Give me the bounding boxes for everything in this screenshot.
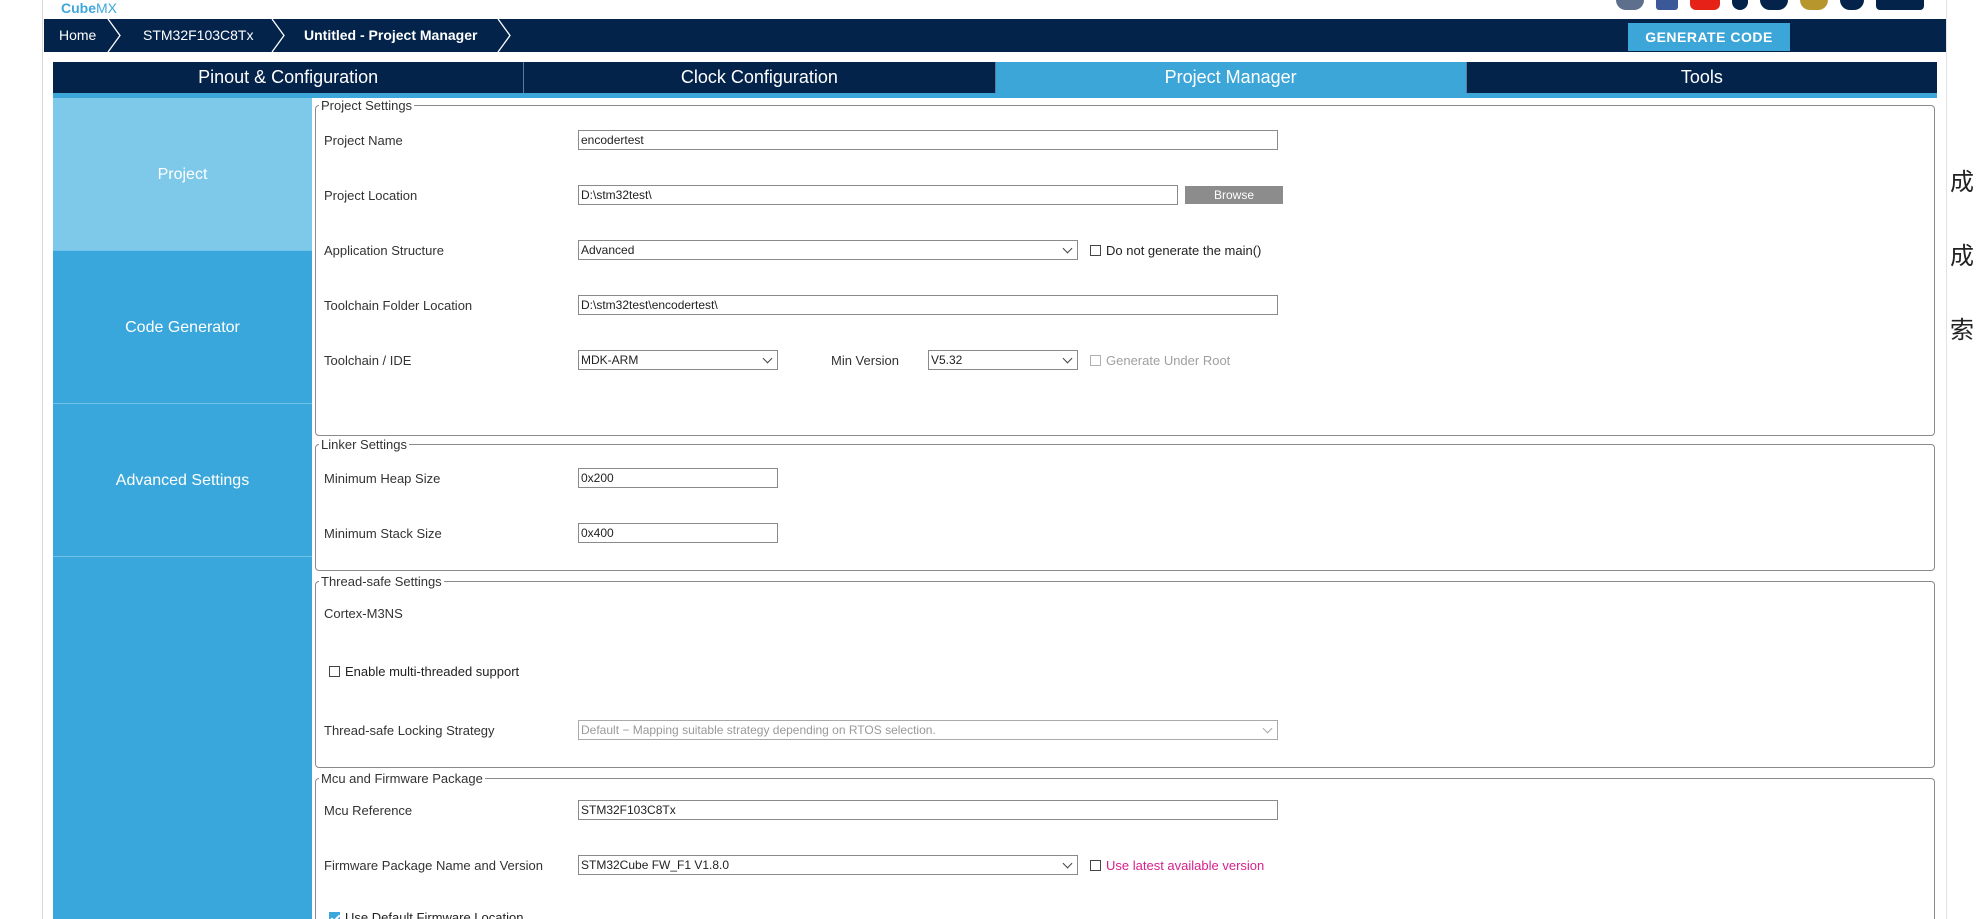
top-strip: CubeMX	[44, 0, 1946, 19]
toolchain-ide-label: Toolchain / IDE	[324, 353, 412, 368]
app-structure-label: Application Structure	[324, 243, 444, 258]
core-label: Cortex-M3NS	[324, 606, 403, 621]
project-name-label: Project Name	[324, 133, 403, 148]
chevron-down-icon	[1062, 243, 1073, 254]
group-title: Linker Settings	[321, 437, 407, 452]
tab-project-manager[interactable]: Project Manager	[995, 62, 1467, 93]
tab-tools[interactable]: Tools	[1467, 62, 1937, 93]
min-version-label: Min Version	[831, 353, 899, 368]
breadcrumb: Home STM32F103C8Tx Untitled - Project Ma…	[44, 19, 1946, 52]
stack-size-label: Minimum Stack Size	[324, 526, 442, 541]
main-tabs: Pinout & Configuration Clock Configurati…	[53, 62, 1937, 93]
outer-window-right: 成 成 索	[1946, 0, 1977, 919]
checkbox-icon	[1090, 860, 1101, 871]
toolchain-folder-input[interactable]: D:\stm32test\encodertest\	[578, 295, 1278, 315]
no-main-checkbox[interactable]: Do not generate the main()	[1090, 243, 1261, 258]
locking-strategy-label: Thread-safe Locking Strategy	[324, 723, 495, 738]
group-title: Mcu and Firmware Package	[321, 771, 483, 786]
firmware-package-select[interactable]: STM32Cube FW_F1 V1.8.0	[578, 855, 1078, 875]
checkbox-icon	[329, 666, 340, 677]
tab-clock-configuration[interactable]: Clock Configuration	[524, 62, 996, 93]
generate-under-root-checkbox[interactable]: Generate Under Root	[1090, 353, 1230, 368]
toolchain-ide-select[interactable]: MDK-ARM	[578, 350, 778, 370]
checkbox-icon	[1090, 355, 1101, 366]
locking-strategy-select[interactable]: Default − Mapping suitable strategy depe…	[578, 720, 1278, 740]
heap-size-label: Minimum Heap Size	[324, 471, 441, 486]
chevron-right-icon	[497, 19, 511, 52]
tab-pinout-configuration[interactable]: Pinout & Configuration	[53, 62, 525, 93]
generate-code-button[interactable]: GENERATE CODE	[1628, 23, 1790, 51]
chevron-right-icon	[107, 19, 121, 52]
group-title: Project Settings	[321, 98, 413, 113]
project-settings-panel: Project Settings Project Name encodertes…	[312, 98, 1937, 919]
app-structure-select[interactable]: Advanced	[578, 240, 1078, 260]
checkbox-icon	[1090, 245, 1101, 256]
stack-size-input[interactable]: 0x400	[578, 523, 778, 543]
firmware-package-label: Firmware Package Name and Version	[324, 858, 543, 873]
toolchain-folder-label: Toolchain Folder Location	[324, 298, 473, 313]
project-location-label: Project Location	[324, 188, 418, 203]
chevron-down-icon	[1062, 353, 1073, 364]
default-firmware-location-checkbox[interactable]: Use Default Firmware Location	[329, 910, 523, 919]
facebook-icon[interactable]	[1656, 0, 1678, 10]
network-icon[interactable]	[1840, 0, 1864, 10]
linker-settings-group: Linker Settings Minimum Heap Size 0x200 …	[315, 437, 1935, 571]
chevron-down-icon	[762, 353, 773, 364]
project-settings-group: Project Settings Project Name encodertes…	[315, 98, 1935, 436]
sidebar-item-advanced-settings[interactable]: Advanced Settings	[53, 404, 312, 557]
side-text-3: 索	[1950, 316, 1974, 344]
breadcrumb-project[interactable]: Untitled - Project Manager	[304, 19, 477, 52]
x-icon[interactable]	[1732, 0, 1748, 10]
github-icon[interactable]	[1760, 0, 1788, 10]
cubemx-app: CubeMX Home STM32F103C8Tx Untitled - Pro…	[44, 0, 1946, 919]
chevron-down-icon	[1062, 858, 1073, 869]
youtube-icon[interactable]	[1690, 0, 1720, 10]
breadcrumb-home[interactable]: Home	[59, 19, 96, 52]
thread-safe-settings-group: Thread-safe Settings Cortex-M3NS Enable …	[315, 574, 1935, 768]
browse-button[interactable]: Browse	[1185, 186, 1283, 204]
st-community-icon[interactable]	[1616, 0, 1644, 10]
mcu-reference-label: Mcu Reference	[324, 803, 413, 818]
checkbox-icon	[329, 912, 340, 919]
use-latest-version-checkbox[interactable]: Use latest available version	[1090, 858, 1264, 873]
mcu-reference-input[interactable]: STM32F103C8Tx	[578, 800, 1278, 820]
chevron-right-icon	[271, 19, 285, 52]
sidebar-item-project[interactable]: Project	[53, 98, 312, 251]
firmware-package-group: Mcu and Firmware Package Mcu Reference S…	[315, 771, 1935, 919]
side-text-2: 成	[1950, 242, 1974, 270]
sidebar: Project Code Generator Advanced Settings	[53, 98, 312, 919]
min-version-select[interactable]: V5.32	[928, 350, 1078, 370]
heap-size-input[interactable]: 0x200	[578, 468, 778, 488]
breadcrumb-mcu[interactable]: STM32F103C8Tx	[143, 19, 253, 52]
outer-window-left	[0, 0, 43, 919]
social-links	[1616, 0, 1924, 10]
chevron-down-icon	[1262, 723, 1273, 734]
side-text-1: 成	[1950, 168, 1974, 196]
multi-threaded-checkbox[interactable]: Enable multi-threaded support	[329, 664, 519, 679]
project-name-input[interactable]: encodertest	[578, 130, 1278, 150]
project-location-input[interactable]: D:\stm32test\	[578, 185, 1178, 205]
badge-icon[interactable]	[1800, 0, 1828, 10]
st-logo-icon[interactable]	[1876, 0, 1924, 10]
brand-logo: CubeMX	[61, 0, 117, 16]
sidebar-item-code-generator[interactable]: Code Generator	[53, 251, 312, 404]
group-title: Thread-safe Settings	[321, 574, 442, 589]
